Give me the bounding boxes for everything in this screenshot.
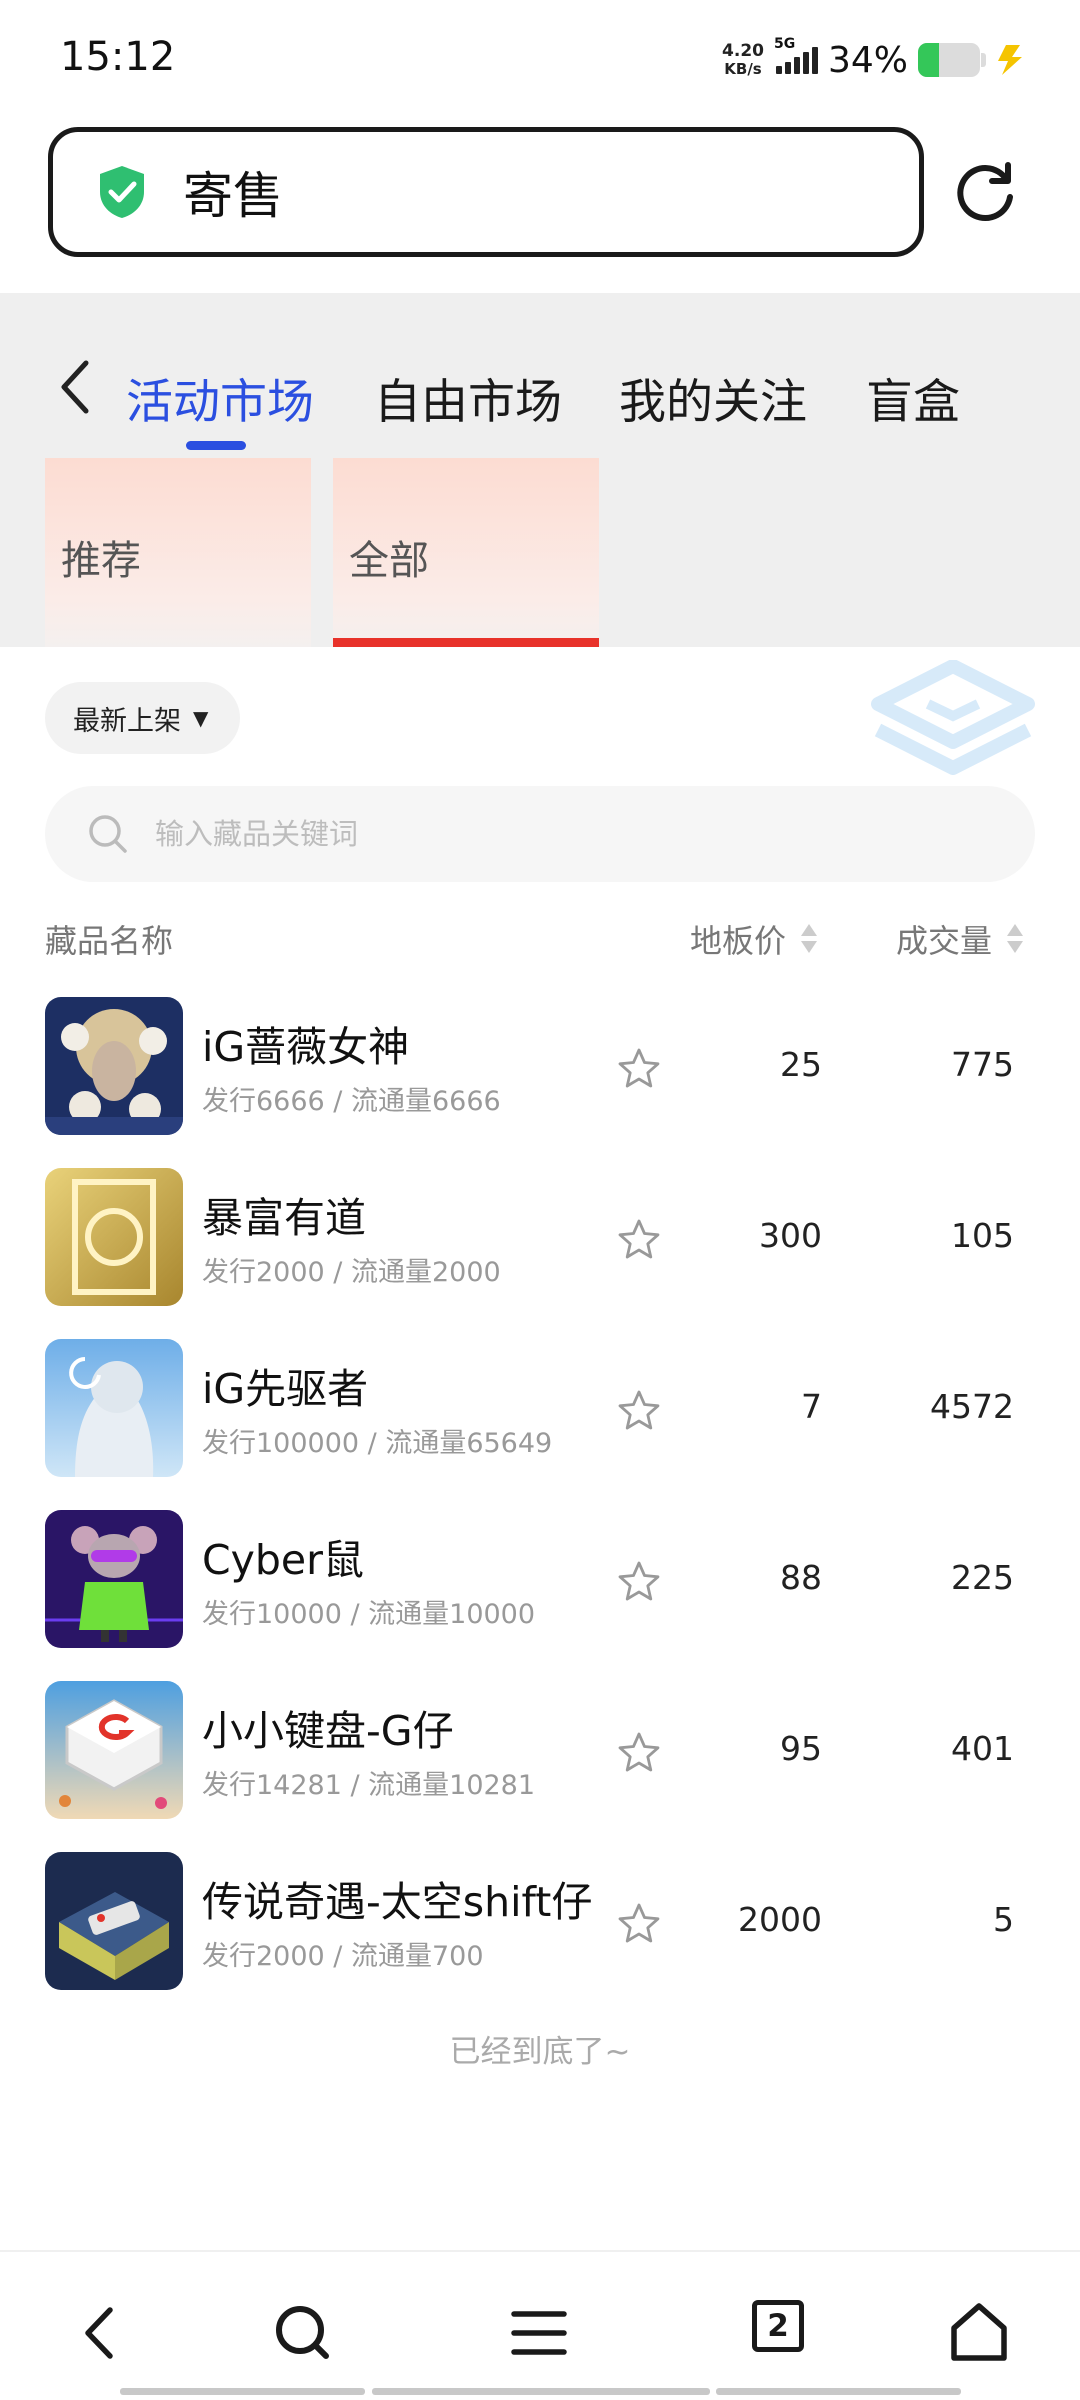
item-name: 暴富有道: [202, 1194, 366, 1242]
star-icon[interactable]: [617, 1731, 661, 1775]
trade-volume: 4572: [930, 1387, 1014, 1426]
market-tabs: 活动市场 自由市场 我的关注 盲盒: [0, 323, 1080, 453]
network-speed: 4.20 KB/s: [722, 41, 764, 78]
signal-icon: 5G: [774, 36, 818, 74]
tabs-count-button[interactable]: 2: [752, 2300, 804, 2352]
item-supply: 发行10000 / 流通量10000: [202, 1599, 536, 1630]
item-supply: 发行2000 / 流通量700: [202, 1941, 484, 1972]
item-name: 传说奇遇-太空shift仔: [202, 1878, 593, 1926]
floor-price: 7: [801, 1387, 822, 1426]
list-item[interactable]: 暴富有道 发行2000 / 流通量2000 300 105: [0, 1156, 1080, 1327]
column-floor-price[interactable]: 地板价: [690, 916, 820, 962]
column-name: 藏品名称: [45, 922, 174, 960]
status-bar: 15:12 4.20 KB/s 5G 34%: [0, 0, 1080, 115]
category-all[interactable]: 全部: [333, 458, 599, 647]
floor-price: 88: [780, 1558, 822, 1597]
url-bar-row: 寄售: [0, 115, 1080, 293]
tab-blind-box[interactable]: 盲盒: [866, 363, 960, 432]
shield-check-icon: [100, 166, 144, 218]
caret-down-icon: ▼: [193, 706, 209, 730]
reload-icon[interactable]: [950, 157, 1020, 227]
tab-activity-market[interactable]: 活动市场: [126, 363, 314, 432]
market-header: 活动市场 自由市场 我的关注 盲盒 推荐 全部: [0, 293, 1080, 647]
active-tab-indicator: [186, 441, 246, 450]
star-icon[interactable]: [617, 1047, 661, 1091]
logo-watermark: [871, 660, 1035, 775]
battery-percent: 34%: [827, 39, 908, 81]
sort-arrows-icon: [798, 922, 820, 956]
floor-price: 2000: [738, 1900, 822, 1939]
trade-volume: 775: [951, 1045, 1014, 1084]
star-icon[interactable]: [617, 1902, 661, 1946]
floor-price: 25: [780, 1045, 822, 1084]
item-supply: 发行14281 / 流通量10281: [202, 1770, 536, 1801]
status-indicators: 4.20 KB/s 5G 34%: [722, 36, 1024, 82]
trade-volume: 5: [993, 1900, 1014, 1939]
tab-free-market[interactable]: 自由市场: [374, 363, 562, 432]
item-name: Cyber鼠: [202, 1536, 364, 1584]
menu-icon[interactable]: [504, 2298, 574, 2368]
gesture-bar: [372, 2388, 710, 2395]
search-icon[interactable]: [268, 2298, 338, 2368]
gesture-bar: [120, 2388, 365, 2395]
list-item[interactable]: iG蔷薇女神 发行6666 / 流通量6666 25 775: [0, 985, 1080, 1156]
bottom-navigation: 2: [0, 2250, 1080, 2400]
gesture-bar: [716, 2388, 961, 2395]
trade-volume: 225: [951, 1558, 1014, 1597]
tab-my-follows[interactable]: 我的关注: [619, 363, 807, 432]
back-icon[interactable]: [66, 2298, 136, 2368]
sort-arrows-icon: [1004, 922, 1026, 956]
active-category-indicator: [333, 638, 599, 647]
sort-dropdown[interactable]: 最新上架 ▼: [45, 682, 240, 754]
star-icon[interactable]: [617, 1389, 661, 1433]
floor-price: 95: [780, 1729, 822, 1768]
item-thumbnail: [45, 997, 183, 1135]
item-thumbnail: [45, 1681, 183, 1819]
item-thumbnail: [45, 1168, 183, 1306]
column-volume[interactable]: 成交量: [896, 916, 1026, 962]
search-input[interactable]: [155, 817, 955, 851]
item-supply: 发行100000 / 流通量65649: [202, 1428, 553, 1459]
item-thumbnail: [45, 1852, 183, 1990]
status-time: 15:12: [60, 34, 176, 80]
charging-icon: [998, 45, 1022, 75]
trade-volume: 105: [951, 1216, 1014, 1255]
list-item[interactable]: Cyber鼠 发行10000 / 流通量10000 88 225: [0, 1498, 1080, 1669]
url-bar[interactable]: 寄售: [48, 127, 924, 257]
list-item[interactable]: iG先驱者 发行100000 / 流通量65649 7 4572: [0, 1327, 1080, 1498]
category-recommended[interactable]: 推荐: [45, 458, 311, 647]
list-item[interactable]: 小小键盘-G仔 发行14281 / 流通量10281 95 401: [0, 1669, 1080, 1840]
trade-volume: 401: [951, 1729, 1014, 1768]
battery-icon: [918, 43, 980, 77]
item-name: 小小键盘-G仔: [202, 1707, 454, 1755]
item-supply: 发行2000 / 流通量2000: [202, 1257, 501, 1288]
item-thumbnail: [45, 1510, 183, 1648]
page-title: 寄售: [183, 167, 283, 225]
item-thumbnail: [45, 1339, 183, 1477]
star-icon[interactable]: [617, 1218, 661, 1262]
search-icon: [89, 815, 127, 853]
search-bar[interactable]: [45, 786, 1035, 882]
item-name: iG蔷薇女神: [202, 1023, 410, 1071]
floor-price: 300: [759, 1216, 822, 1255]
star-icon[interactable]: [617, 1560, 661, 1604]
list-item[interactable]: 传说奇遇-太空shift仔 发行2000 / 流通量700 2000 5: [0, 1840, 1080, 2011]
home-icon[interactable]: [944, 2298, 1014, 2368]
item-supply: 发行6666 / 流通量6666: [202, 1086, 501, 1117]
end-of-list-note: 已经到底了~: [449, 2034, 631, 2070]
item-name: iG先驱者: [202, 1365, 369, 1413]
network-type: 5G: [773, 36, 796, 52]
chevron-left-icon[interactable]: [56, 357, 92, 417]
